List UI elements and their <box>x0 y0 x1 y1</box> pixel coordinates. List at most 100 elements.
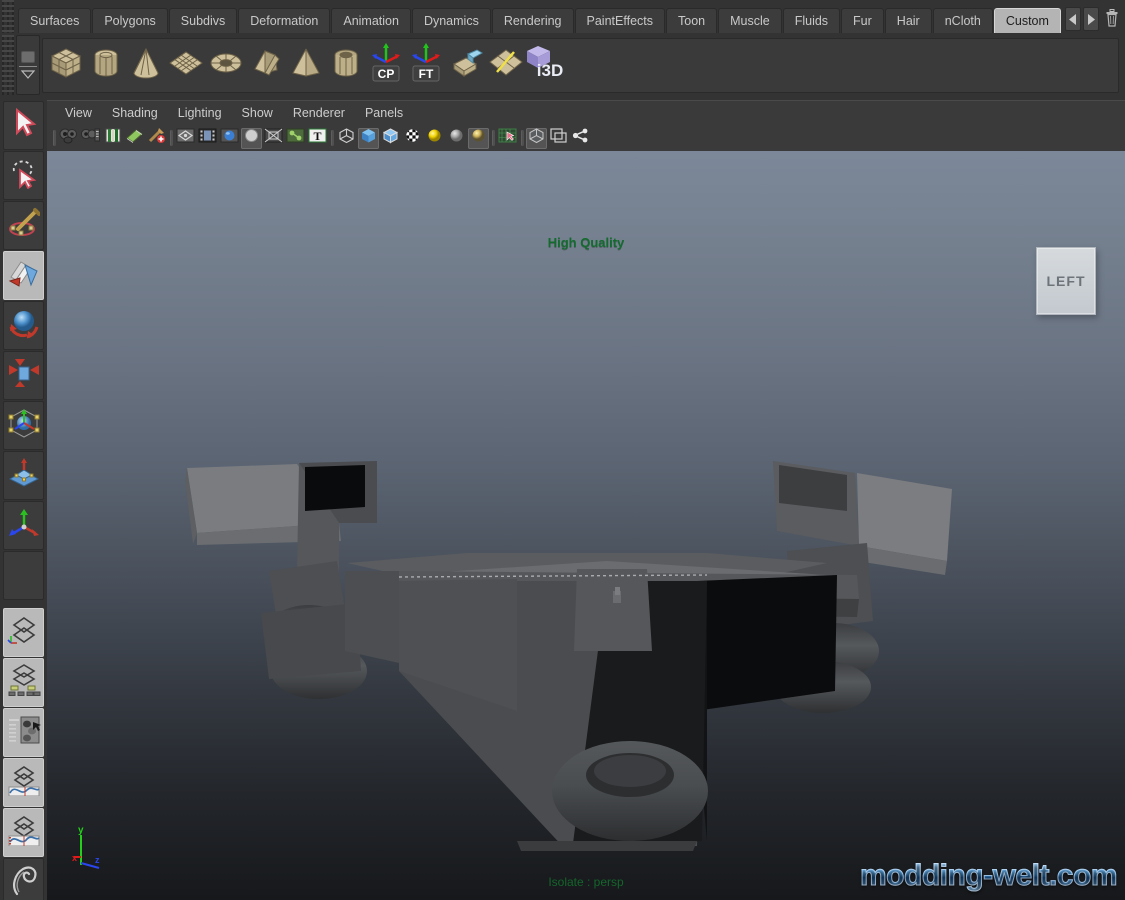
delete-shelf-icon[interactable] <box>1103 5 1121 31</box>
tool-paint-select-tool[interactable] <box>3 201 44 250</box>
spaceship-mesh-render <box>185 461 952 851</box>
tool-select-tool[interactable] <box>3 101 44 150</box>
paint-select-tool-icon <box>8 207 41 244</box>
grid-display-button[interactable] <box>175 128 196 149</box>
tool-rotate-tool[interactable] <box>3 301 44 350</box>
persp-viewport[interactable]: High Quality LEFT y x z Isolate : persp … <box>47 151 1125 900</box>
shelf-item-polygon-cone[interactable] <box>127 43 165 89</box>
xray-joints-button[interactable] <box>285 128 306 149</box>
shelf-tab-hair[interactable]: Hair <box>884 8 932 33</box>
shelf-item-split-polygon[interactable] <box>487 43 525 89</box>
tool-scale-tool[interactable] <box>3 351 44 400</box>
camera-attributes-button[interactable] <box>80 128 101 149</box>
shelf-options-button[interactable] <box>16 35 40 95</box>
xray-mode-button[interactable] <box>526 127 547 149</box>
tool-soft-modification-tool[interactable] <box>3 451 44 500</box>
shelf-tab-polygons[interactable]: Polygons <box>92 8 168 33</box>
use-default-light-button[interactable] <box>446 128 467 149</box>
axis-orientation-gizmo: y x z <box>69 821 111 871</box>
safe-action-icon <box>264 127 283 149</box>
polygon-pyramid-icon <box>289 46 323 85</box>
viewport-menu-renderer[interactable]: Renderer <box>283 104 355 122</box>
bookmark-button[interactable] <box>102 128 123 149</box>
toolbar-separator[interactable] <box>519 128 525 148</box>
shelf-icon-row: CP FT i3D <box>0 33 1125 98</box>
shelf-item-polygon-pipe[interactable] <box>327 43 365 89</box>
tool-move-tool[interactable] <box>3 251 44 300</box>
svg-text:z: z <box>95 855 100 865</box>
isolate-select-button[interactable] <box>497 128 518 149</box>
viewport-menu-panels[interactable]: Panels <box>355 104 413 122</box>
shelf-tab-animation[interactable]: Animation <box>331 8 411 33</box>
two-d-pan-zoom-button[interactable] <box>146 128 167 149</box>
toolbar-separator[interactable] <box>490 128 496 148</box>
shelf-item-polygon-cylinder[interactable] <box>87 43 125 89</box>
tool-last-tool-used[interactable] <box>3 501 44 550</box>
shelf-tab-dynamics[interactable]: Dynamics <box>411 8 491 33</box>
tool-outliner-persp-layout[interactable] <box>3 708 44 757</box>
tool-universal-manipulator[interactable] <box>3 401 44 450</box>
exposure-gamma-button[interactable] <box>570 128 591 149</box>
shelf-item-polygon-prism[interactable] <box>247 43 285 89</box>
split-polygon-icon <box>488 46 524 85</box>
shelf-item-cp-tool[interactable]: CP <box>367 43 405 89</box>
shelf-tab-ncloth[interactable]: nCloth <box>932 8 993 33</box>
shelf-item-ft-tool[interactable]: FT <box>407 43 445 89</box>
shelf-tabbar-drag-handle[interactable] <box>2 0 14 33</box>
safe-action-button[interactable] <box>263 128 284 149</box>
toolbar-separator[interactable] <box>168 128 174 148</box>
shelf-tab-toon[interactable]: Toon <box>666 8 718 33</box>
shelf-tab-fluids[interactable]: Fluids <box>782 8 841 33</box>
tool-persp-graph-layout[interactable] <box>3 808 44 857</box>
viewport-menu-shading[interactable]: Shading <box>102 104 168 122</box>
toolbar-separator[interactable] <box>329 128 335 148</box>
svg-text:CP: CP <box>378 67 395 81</box>
field-chart-button[interactable] <box>241 127 262 149</box>
tool-hypershade-persp-layout[interactable] <box>3 758 44 807</box>
exposure-button[interactable]: T <box>307 128 328 149</box>
use-all-lights-button[interactable] <box>424 128 445 149</box>
tool-paint-effects-layout[interactable] <box>3 858 44 900</box>
camera-attributes-icon <box>80 127 100 149</box>
viewport-menu-view[interactable]: View <box>55 104 102 122</box>
toolbar-separator[interactable] <box>51 128 57 148</box>
select-camera-button[interactable] <box>58 128 79 149</box>
shelf-tab-rendering[interactable]: Rendering <box>491 8 574 33</box>
shelf-tab-custom[interactable]: Custom <box>993 8 1061 33</box>
viewport-menu-show[interactable]: Show <box>232 104 283 122</box>
shelf-tab-painteffects[interactable]: PaintEffects <box>574 8 665 33</box>
shadows-button[interactable] <box>468 127 489 149</box>
prev-tab-arrow-button[interactable] <box>1065 7 1081 31</box>
wireframe-shading-button[interactable] <box>336 128 357 149</box>
exposure-gamma-icon <box>571 127 590 149</box>
textured-shading-button[interactable] <box>402 128 423 149</box>
xray-active-components-button[interactable] <box>548 128 569 149</box>
resolution-gate-button[interactable] <box>219 128 240 149</box>
shelf-item-i3d-tool[interactable]: i3D <box>527 43 565 89</box>
shelf-tab-bar: Surfaces Polygons Subdivs Deformation Animat… <box>0 0 1125 33</box>
shelf-item-polygon-cube[interactable] <box>47 43 85 89</box>
viewport-menu-lighting[interactable]: Lighting <box>168 104 232 122</box>
shelf-tab-fur[interactable]: Fur <box>841 8 884 33</box>
polygon-cone-icon <box>129 46 163 85</box>
smooth-shade-all-button[interactable] <box>358 127 379 149</box>
shelf-tab-subdivs[interactable]: Subdivs <box>168 8 238 33</box>
persp-graph-layout-icon <box>7 814 41 851</box>
shelf-tab-surfaces[interactable]: Surfaces <box>18 8 92 33</box>
image-plane-button[interactable] <box>124 128 145 149</box>
next-tab-arrow-button[interactable] <box>1083 7 1099 31</box>
view-cube[interactable]: LEFT <box>1036 247 1096 315</box>
shelf-drag-handle[interactable] <box>2 35 14 95</box>
shelf-item-combine-mesh[interactable] <box>447 43 485 89</box>
shelf-item-polygon-plane[interactable] <box>167 43 205 89</box>
tool-single-perspective-layout[interactable] <box>3 608 44 657</box>
tool-lasso-select-tool[interactable] <box>3 151 44 200</box>
shelf-item-polygon-pyramid[interactable] <box>287 43 325 89</box>
view-cube-face-label: LEFT <box>1046 273 1086 289</box>
film-gate-button[interactable] <box>197 128 218 149</box>
shelf-tab-muscle[interactable]: Muscle <box>718 8 782 33</box>
tool-four-view-layout[interactable] <box>3 658 44 707</box>
shelf-item-polygon-torus[interactable] <box>207 43 245 89</box>
shade-wireframe-button[interactable] <box>380 128 401 149</box>
shelf-tab-deformation[interactable]: Deformation <box>238 8 331 33</box>
